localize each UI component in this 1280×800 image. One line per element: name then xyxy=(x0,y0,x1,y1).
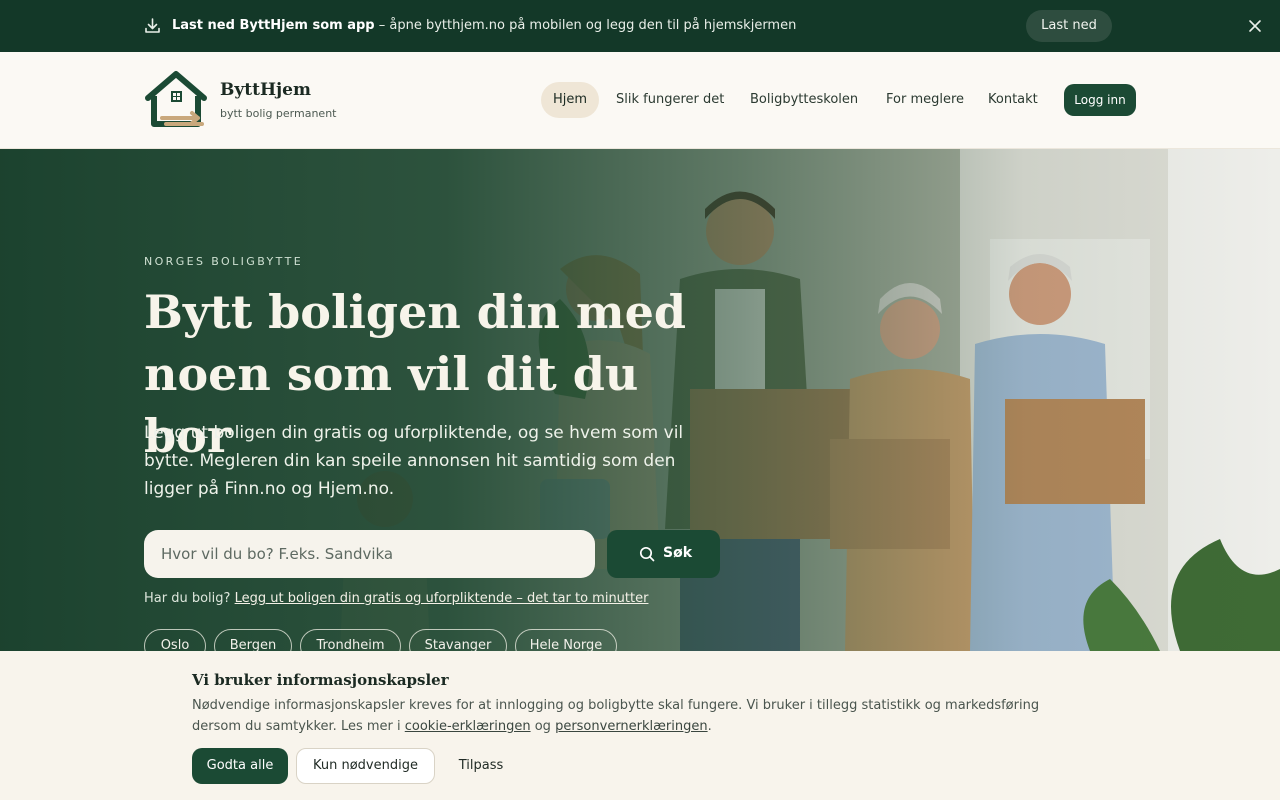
site-header: ByttHjem bytt bolig permanent Hjem Slik … xyxy=(0,52,1280,149)
city-chip-hele-norge[interactable]: Hele Norge xyxy=(515,629,617,651)
cookie-title: Vi bruker informasjonskapsler xyxy=(192,671,449,689)
login-button[interactable]: Logg inn xyxy=(1064,84,1136,116)
cookie-consent-banner: Vi bruker informasjonskapsler Nødvendige… xyxy=(0,651,1280,800)
necessary-only-button[interactable]: Kun nødvendige xyxy=(296,748,435,784)
brand-name[interactable]: ByttHjem xyxy=(220,80,311,100)
cookie-and: og xyxy=(530,719,556,734)
nav-item-for-meglere[interactable]: For meglere xyxy=(886,82,964,118)
close-icon[interactable] xyxy=(1248,19,1262,33)
city-chip-oslo[interactable]: Oslo xyxy=(144,629,206,651)
download-icon xyxy=(145,18,160,33)
cookie-text: Nødvendige informasjonskapsler kreves fo… xyxy=(192,695,1092,737)
list-home-link[interactable]: Legg ut boligen din gratis og uforplikte… xyxy=(235,591,649,606)
privacy-policy-link[interactable]: personvernerklæringen xyxy=(555,719,708,734)
download-app-button[interactable]: Last ned xyxy=(1026,10,1112,42)
brand-tagline: bytt bolig permanent xyxy=(220,107,337,120)
city-chip-trondheim[interactable]: Trondheim xyxy=(300,629,401,651)
own-home-prompt: Har du bolig? Legg ut boligen din gratis… xyxy=(144,591,648,606)
nav-item-hjem[interactable]: Hjem xyxy=(541,82,600,118)
hero-subtitle: Legg ut boligen din gratis og uforplikte… xyxy=(144,423,684,499)
banner-text: – åpne bytthjem.no på mobilen og legg de… xyxy=(374,18,797,33)
customize-button[interactable]: Tilpass xyxy=(447,748,515,784)
city-chip-bergen[interactable]: Bergen xyxy=(214,629,292,651)
nav-item-slik-fungerer-det[interactable]: Slik fungerer det xyxy=(616,82,724,118)
location-search-input[interactable] xyxy=(144,530,595,578)
search-button-label: Søk xyxy=(663,545,693,561)
app-download-banner: Last ned ByttHjem som app – åpne bytthje… xyxy=(0,0,1280,52)
city-chip-stavanger[interactable]: Stavanger xyxy=(409,629,507,651)
search-icon xyxy=(639,546,655,562)
cookie-declaration-link[interactable]: cookie-erklæringen xyxy=(405,719,531,734)
hero-section: NORGES BOLIGBYTTE Bytt boligen din med n… xyxy=(0,149,1280,651)
house-logo-icon[interactable] xyxy=(144,68,208,130)
nav-item-boligbytteskolen[interactable]: Boligbytteskolen xyxy=(750,82,858,118)
cookie-period: . xyxy=(707,719,712,734)
banner-message: Last ned ByttHjem som app – åpne bytthje… xyxy=(172,17,796,34)
banner-title: Last ned ByttHjem som app xyxy=(172,18,375,33)
accept-all-button[interactable]: Godta alle xyxy=(192,748,288,784)
nav-item-kontakt[interactable]: Kontakt xyxy=(988,82,1038,118)
hero-eyebrow: NORGES BOLIGBYTTE xyxy=(144,255,304,268)
search-button[interactable]: Søk xyxy=(607,530,720,578)
own-home-prefix: Har du bolig? xyxy=(144,591,231,606)
